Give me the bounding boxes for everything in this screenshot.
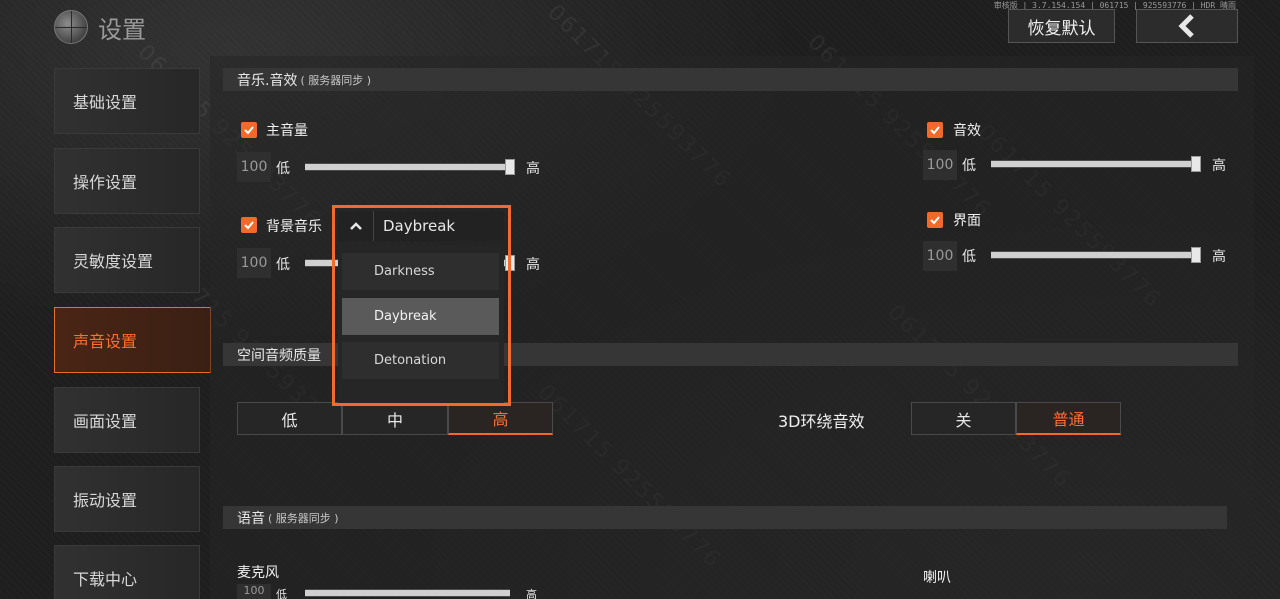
slider-thumb[interactable] <box>505 255 515 271</box>
checkmark-icon <box>244 221 254 230</box>
ui-sound-checkbox[interactable] <box>927 212 943 228</box>
spatial-quality-mid[interactable]: 中 <box>342 402 448 435</box>
sidebar-item-label: 画面设置 <box>73 412 138 431</box>
ui-sound-high-label: 高 <box>1212 249 1226 265</box>
bgm-low-label: 低 <box>276 257 290 273</box>
checkmark-icon <box>930 126 940 135</box>
bgm-track-options: Darkness Daybreak Detonation <box>338 245 504 403</box>
checkmark-icon <box>244 126 254 135</box>
spatial-quality-low[interactable]: 低 <box>237 402 342 435</box>
surround-label: 3D环绕音效 <box>778 412 865 431</box>
sidebar-item-sensitivity[interactable]: 灵敏度设置 <box>54 227 200 293</box>
spatial-quality-high[interactable]: 高 <box>448 402 553 435</box>
slider-thumb[interactable] <box>1191 156 1201 172</box>
restore-default-button[interactable]: 恢复默认 <box>1008 9 1115 43</box>
ui-sound-slider[interactable] <box>991 247 1201 263</box>
section-subtitle: ( 服务器同步 ) <box>300 73 372 87</box>
bgm-track-dropdown[interactable]: Daybreak <box>338 211 504 241</box>
section-title: 音乐.音效 <box>237 72 298 89</box>
sidebar-item-sound[interactable]: 声音设置 <box>54 307 211 373</box>
dropdown-selected-value: Daybreak <box>383 217 456 235</box>
page-title: 设置 <box>98 15 146 44</box>
slider-thumb[interactable] <box>1191 247 1201 263</box>
section-title: 语音 <box>237 510 265 527</box>
page-header: 设置 <box>54 10 146 44</box>
main-volume-checkbox[interactable] <box>241 122 257 138</box>
chevron-left-icon <box>1178 14 1194 38</box>
section-subtitle: ( 服务器同步 ) <box>268 511 339 525</box>
main-volume-low-label: 低 <box>276 161 290 177</box>
ui-sound-low-label: 低 <box>962 249 976 265</box>
mic-value: 100 <box>237 584 271 599</box>
sidebar-item-label: 下载中心 <box>73 570 138 589</box>
mic-high-label: 高 <box>526 588 537 599</box>
slider-fill <box>991 252 1196 258</box>
chevron-up-icon[interactable] <box>338 211 374 241</box>
sidebar-item-basic[interactable]: 基础设置 <box>54 68 200 134</box>
sidebar-item-label: 基础设置 <box>73 93 138 112</box>
sfx-checkbox[interactable] <box>927 122 943 138</box>
main-volume-slider[interactable] <box>305 159 515 175</box>
back-button[interactable] <box>1136 9 1238 43</box>
sidebar-item-graphics[interactable]: 画面设置 <box>54 387 200 453</box>
bgm-checkbox[interactable] <box>241 217 257 233</box>
section-header-music: 音乐.音效 ( 服务器同步 ) <box>223 68 1238 91</box>
sfx-slider[interactable] <box>991 156 1201 172</box>
sidebar-item-label: 操作设置 <box>73 173 138 192</box>
checkmark-icon <box>930 216 940 225</box>
bgm-high-label: 高 <box>526 257 540 273</box>
main-volume-high-label: 高 <box>526 161 540 177</box>
slider-fill <box>991 161 1196 167</box>
surround-selector: 关 普通 <box>911 402 1121 435</box>
slider-thumb[interactable] <box>505 159 515 175</box>
mic-label: 麦克风 <box>237 565 279 581</box>
dropdown-option-daybreak[interactable]: Daybreak <box>342 298 499 335</box>
section-header-voice: 语音 ( 服务器同步 ) <box>223 506 1227 529</box>
mic-low-label: 低 <box>276 588 287 599</box>
main-volume-label: 主音量 <box>266 123 308 139</box>
slider-fill <box>305 590 510 596</box>
sidebar-item-label: 灵敏度设置 <box>73 252 154 271</box>
sidebar-item-label: 声音设置 <box>73 332 138 351</box>
sfx-value: 100 <box>923 150 957 180</box>
bgm-value: 100 <box>237 248 271 278</box>
main-volume-value: 100 <box>237 152 271 182</box>
sidebar-item-vibration[interactable]: 振动设置 <box>54 466 200 532</box>
sidebar-item-controls[interactable]: 操作设置 <box>54 148 200 214</box>
dropdown-option-darkness[interactable]: Darkness <box>342 253 499 290</box>
sidebar-item-label: 振动设置 <box>73 491 138 510</box>
mic-slider[interactable] <box>305 589 510 597</box>
sfx-high-label: 高 <box>1212 158 1226 174</box>
ui-sound-value: 100 <box>923 241 957 271</box>
globe-icon <box>54 10 88 44</box>
surround-off[interactable]: 关 <box>911 402 1016 435</box>
sfx-low-label: 低 <box>962 158 976 174</box>
surround-normal[interactable]: 普通 <box>1016 402 1121 435</box>
section-title: 空间音频质量 <box>237 347 321 364</box>
sfx-label: 音效 <box>953 123 981 139</box>
dropdown-option-detonation[interactable]: Detonation <box>342 342 499 379</box>
sidebar-item-download[interactable]: 下载中心 <box>54 545 200 599</box>
speaker-label: 喇叭 <box>923 570 951 586</box>
slider-fill <box>305 164 510 170</box>
ui-sound-label: 界面 <box>953 213 981 229</box>
spatial-quality-selector: 低 中 高 <box>237 402 553 435</box>
bgm-label: 背景音乐 <box>266 219 322 235</box>
